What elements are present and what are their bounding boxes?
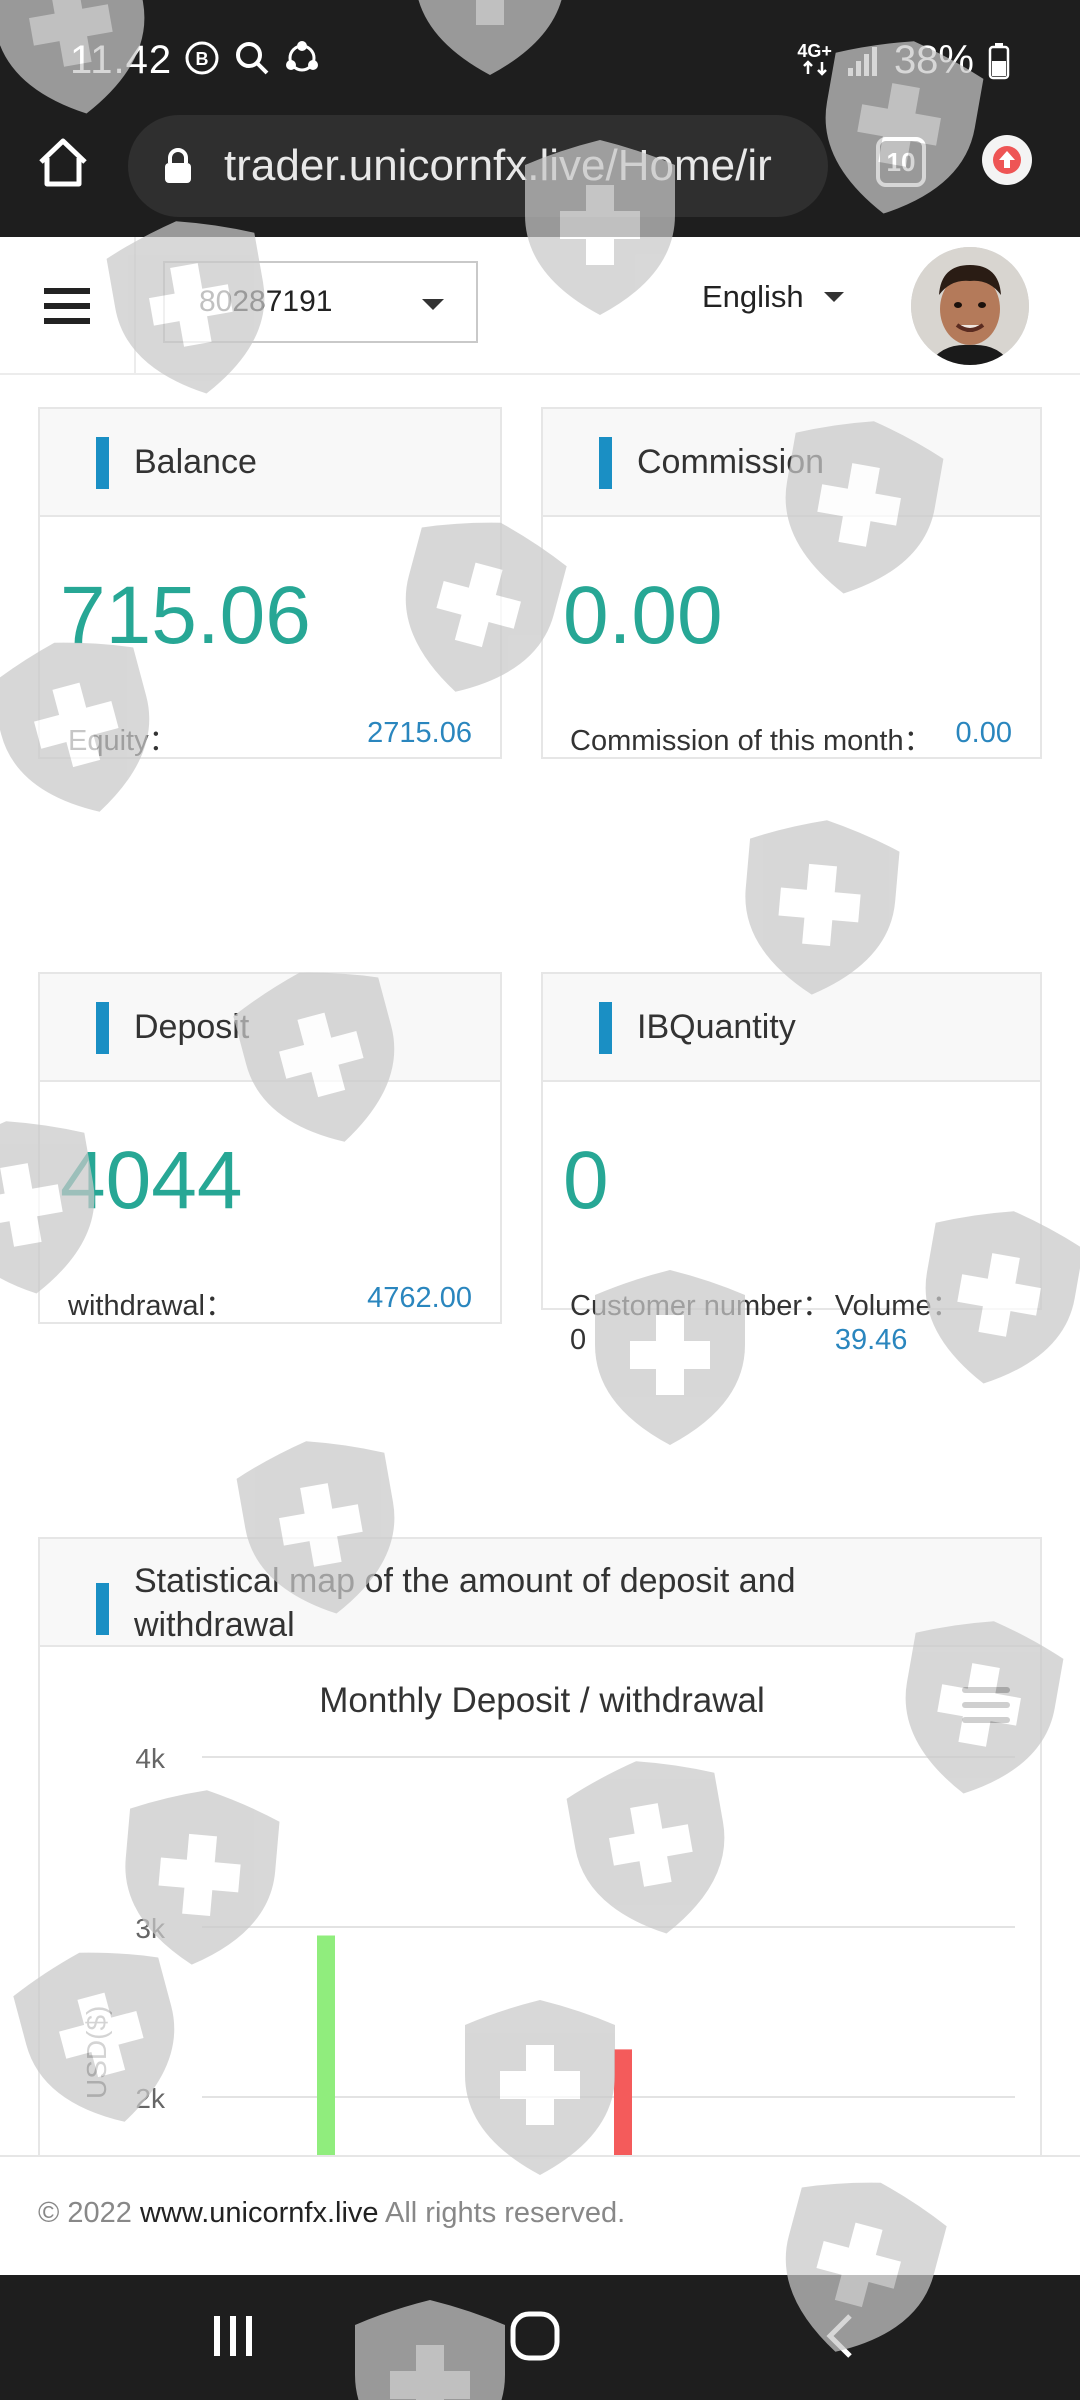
system-navigation-bar: [0, 2275, 1080, 2400]
card-footer: Equity： 2715.06: [68, 717, 472, 759]
card-footer: Customer number：0 Volume： 39.46: [570, 1282, 1032, 1357]
card-footer: Commission of this month： 0.00: [570, 717, 1012, 759]
screen: 11.42 B 4G+ 38% trader.unicornfx.live/Ho…: [0, 0, 1080, 2400]
search-app-icon: [232, 38, 272, 78]
card-title: Commission: [637, 442, 825, 481]
y-tick-label: 3k: [135, 1913, 166, 1944]
bar[interactable]: [614, 2049, 632, 2157]
withdrawal-value: 4762.00: [367, 1282, 472, 1314]
language-select[interactable]: English: [702, 279, 844, 315]
rights-text: All rights reserved.: [385, 2197, 626, 2229]
home-icon: [39, 138, 87, 187]
battery-percent: 38%: [893, 38, 974, 82]
y-axis-label: USD($): [81, 2006, 112, 2099]
back-button[interactable]: [805, 2305, 875, 2367]
avatar[interactable]: [911, 247, 1029, 365]
copyright-text: © 2022 www.unicornfx.live All rights res…: [38, 2197, 625, 2230]
balance-card: Balance 715.06 Equity： 2715.06: [38, 407, 502, 759]
address-bar[interactable]: trader.unicornfx.live/Home/ir: [128, 115, 828, 217]
account-select[interactable]: 80287191: [163, 261, 478, 343]
account-number: 80287191: [199, 285, 333, 318]
svg-text:B: B: [196, 49, 209, 69]
balance-value: 715.06: [60, 570, 311, 661]
browser-toolbar: trader.unicornfx.live/Home/ir 10: [0, 115, 1080, 237]
top-navigation: 80287191 English: [0, 237, 1080, 375]
home-button[interactable]: [30, 129, 96, 195]
accent-bar: [96, 1002, 109, 1054]
home-nav-button[interactable]: [500, 2305, 570, 2367]
notification-icons: B: [182, 38, 322, 78]
deposit-withdrawal-chart-card: Statistical map of the amount of deposit…: [38, 1537, 1042, 2157]
accent-bar: [96, 437, 109, 489]
customer-number-label: Customer number：0: [570, 1290, 832, 1356]
status-bar: 11.42 B 4G+ 38%: [0, 0, 1080, 115]
network-type: 4G+: [797, 42, 832, 79]
update-icon[interactable]: [982, 135, 1032, 185]
volume-value: 39.46: [834, 1324, 908, 1356]
bar[interactable]: [317, 1935, 335, 2158]
footer-bar: © 2022 www.unicornfx.live All rights res…: [0, 2155, 1080, 2275]
hamburger-icon: [44, 288, 90, 324]
card-header: Commission: [543, 409, 1040, 517]
status-right: 4G+ 38%: [797, 38, 1010, 83]
chart-plot: 4k 3k 2k USD($): [81, 1743, 1015, 2158]
tabs-button[interactable]: 10: [876, 137, 926, 187]
card-header: IBQuantity: [543, 974, 1040, 1082]
signal-icon: [847, 46, 877, 76]
equity-label: Equity：: [68, 725, 178, 757]
y-tick-label: 4k: [135, 1743, 166, 1774]
chevron-down-icon: [422, 299, 444, 310]
web-page: 80287191 English Balance 715.06 Equity： …: [0, 237, 1080, 2157]
deposit-value: 4044: [60, 1135, 243, 1226]
status-time: 11.42: [70, 38, 173, 82]
chevron-down-icon: [823, 292, 844, 302]
ibquantity-value: 0: [563, 1135, 609, 1226]
home-circle-icon: [510, 2311, 560, 2361]
language-label: English: [702, 279, 804, 314]
card-title: IBQuantity: [637, 1007, 796, 1046]
site-link[interactable]: www.unicornfx.live: [140, 2197, 379, 2229]
monthly-commission-value: 0.00: [955, 717, 1012, 749]
card-title: Deposit: [134, 1007, 250, 1046]
ibquantity-card: IBQuantity 0 Customer number：0 Volume： 3…: [541, 972, 1042, 1356]
copyright-year: © 2022: [38, 2197, 132, 2229]
b-app-icon: B: [182, 38, 222, 78]
card-title: Balance: [134, 442, 257, 481]
commission-value: 0.00: [563, 570, 723, 661]
commission-card: Commission 0.00 Commission of this month…: [541, 407, 1042, 759]
battery-icon: [988, 42, 1010, 79]
y-tick-label: 2k: [135, 2083, 166, 2114]
equity-value: 2715.06: [367, 717, 472, 749]
menu-button[interactable]: [0, 237, 136, 375]
accent-bar: [599, 437, 612, 489]
accent-bar: [599, 1002, 612, 1054]
recent-apps-button[interactable]: [198, 2305, 268, 2367]
volume-label: Volume：: [834, 1290, 961, 1322]
card-footer: withdrawal： 4762.00: [68, 1282, 472, 1324]
deposit-card: Deposit 4044 withdrawal： 4762.00: [38, 972, 502, 1324]
share-app-icon: [282, 38, 322, 78]
withdrawal-label: withdrawal：: [68, 1290, 234, 1322]
lock-icon: [165, 148, 191, 183]
card-header: Deposit: [40, 974, 500, 1082]
card-header: Balance: [40, 409, 500, 517]
url-text: trader.unicornfx.live/Home/ir: [224, 141, 772, 190]
back-icon: [826, 2314, 852, 2358]
monthly-commission-label: Commission of this month：: [570, 725, 933, 757]
volume-group: Volume： 39.46: [835, 1282, 1032, 1357]
recent-apps-icon: [214, 2316, 252, 2356]
